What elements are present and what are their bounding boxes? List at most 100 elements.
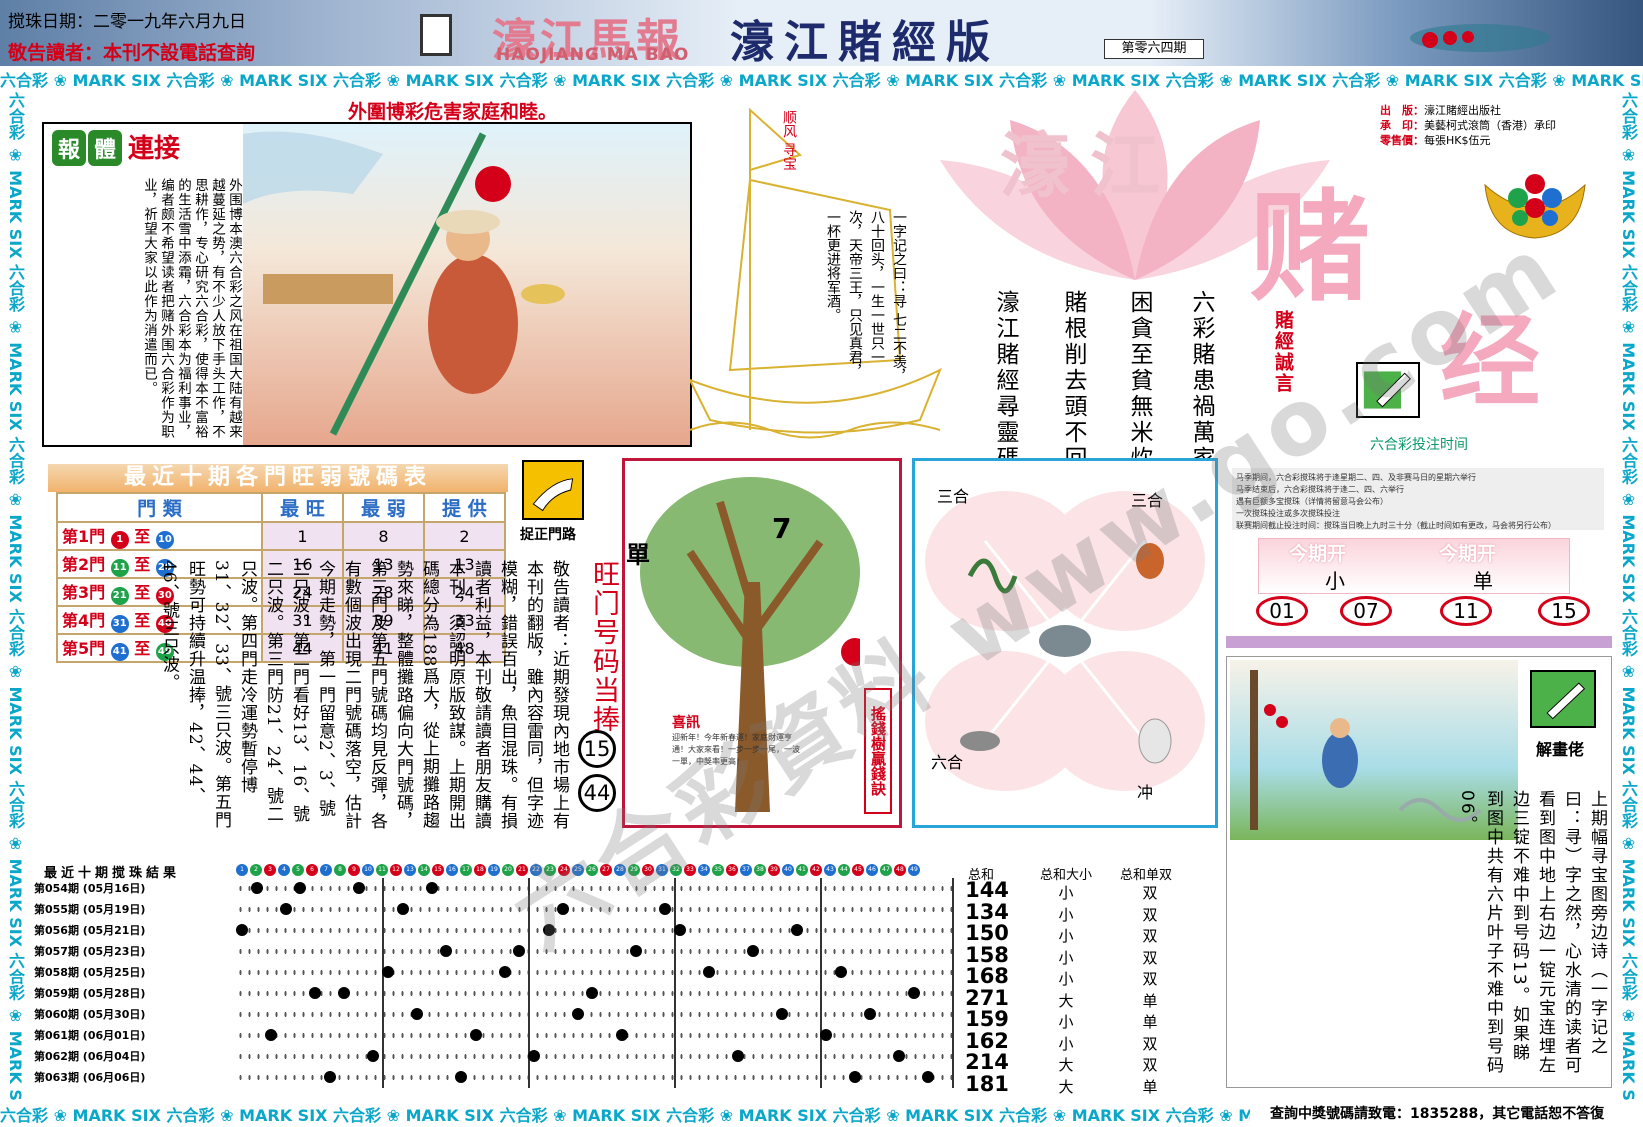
result-dot bbox=[425, 882, 438, 894]
catch-door-label: 捉正門路 bbox=[520, 527, 576, 543]
ball-number: 3 bbox=[264, 864, 276, 876]
result-dot bbox=[309, 987, 321, 999]
sum-value: 159 bbox=[965, 1007, 1009, 1031]
ball-number: 8 bbox=[334, 864, 346, 876]
result-dot bbox=[863, 1008, 876, 1020]
table-row: 第056期 (05月21日) bbox=[34, 924, 146, 937]
ball-number: 46 bbox=[866, 864, 878, 876]
zodiac-label: 三合 bbox=[937, 487, 970, 506]
hot-table-title: 最近十期各門旺弱號碼表 bbox=[48, 464, 508, 492]
size-value: 小 bbox=[1058, 1034, 1074, 1053]
mark-six-band-right: 六合彩 ❀ MARK SIX 六合彩 ❀ MARK SIX 六合彩 ❀ MARK… bbox=[1613, 92, 1643, 1100]
ball-number: 13 bbox=[404, 864, 416, 876]
ball-number: 16 bbox=[446, 864, 458, 876]
result-dot bbox=[455, 1071, 467, 1083]
sum-column: 144 134 150 158 168 271 159 162 214 181 bbox=[964, 878, 1010, 1095]
table-row: 第057期 (05月23日) bbox=[34, 945, 146, 958]
size-value: 小 bbox=[1058, 905, 1074, 924]
result-dot bbox=[674, 924, 686, 936]
pick-number: 15 bbox=[1538, 596, 1590, 626]
this-period-label: 今期开 bbox=[1289, 543, 1347, 565]
notice: 敬告讀者：本刊不設電話查詢 bbox=[8, 42, 256, 64]
writing-hand-icon bbox=[1530, 670, 1596, 728]
tag-lianjie: 連接 bbox=[128, 134, 181, 164]
ball-number: 40 bbox=[782, 864, 794, 876]
sum-value: 271 bbox=[965, 985, 1009, 1010]
riddle-text: 上期幅寻宝图旁边诗（一字记之曰：寻）字之然，心水清的读者可看到图中地上右边一锭元… bbox=[1457, 790, 1607, 1075]
mark-six-band-top: 六合彩 ❀ MARK SIX 六合彩 ❀ MARK SIX 六合彩 ❀ MARK… bbox=[0, 66, 1643, 92]
sum-value: 134 bbox=[965, 899, 1009, 924]
divider bbox=[674, 878, 676, 1088]
size-value: 大 bbox=[1058, 991, 1074, 1010]
printer-line: 承 印：美藝柯式滾筒（香港）承印 bbox=[1380, 119, 1556, 132]
table-row: 第062期 (06月04日) bbox=[34, 1050, 146, 1063]
table-row: 第059期 (05月28日) bbox=[34, 987, 146, 1000]
size-value: 小 bbox=[1058, 948, 1074, 967]
sum-value: 150 bbox=[965, 921, 1009, 945]
pick-number: 11 bbox=[1440, 596, 1492, 626]
ball-number: 36 bbox=[726, 864, 738, 876]
edition-title: 濠江賭經版 bbox=[730, 17, 1000, 68]
this-period-box: 今期开 今期开 小 单 bbox=[1258, 538, 1570, 594]
odd-value: 单 bbox=[1142, 1013, 1158, 1031]
result-dot bbox=[820, 1029, 832, 1041]
hot-door-title: 旺门号码当捧 bbox=[588, 560, 619, 734]
ball-number: 43 bbox=[824, 864, 836, 876]
ball-number: 42 bbox=[810, 864, 822, 876]
fish-decoration-icon bbox=[1410, 24, 1550, 52]
result-dot bbox=[498, 966, 511, 978]
hot-door-number: 15 bbox=[578, 730, 616, 768]
result-dot bbox=[790, 924, 803, 936]
ball-number: 37 bbox=[740, 864, 752, 876]
verse-4: 濠江賭經尋靈碼 bbox=[992, 290, 1018, 472]
sail-text: 顺风 寻宝 bbox=[781, 110, 797, 171]
this-period-odd: 单 bbox=[1473, 569, 1493, 593]
tag-ti: 體 bbox=[88, 130, 123, 166]
table-row: 第061期 (06月01日) bbox=[34, 1029, 146, 1042]
hot-header: 提 供 bbox=[422, 492, 507, 523]
divider bbox=[1226, 636, 1612, 648]
table-row: 第1門 1 至 10 182 bbox=[56, 521, 507, 551]
ball-number: 10 bbox=[362, 864, 374, 876]
size-value: 小 bbox=[1058, 884, 1074, 902]
result-dot bbox=[469, 1029, 482, 1041]
result-dot bbox=[834, 966, 847, 978]
logo-text-haojiang: 濠江 bbox=[1000, 124, 1180, 207]
ball-number: 5 bbox=[292, 864, 304, 876]
book-icon bbox=[420, 14, 452, 56]
bet-time-title: 六合彩投注时间 bbox=[1370, 437, 1468, 453]
ball-number: 4 bbox=[278, 864, 290, 876]
tag-bao: 報 bbox=[52, 130, 87, 166]
odd-value: 双 bbox=[1142, 905, 1158, 924]
hot-header: 最 旺 bbox=[260, 492, 344, 523]
this-period-size: 小 bbox=[1325, 569, 1345, 593]
ball-number: 44 bbox=[838, 864, 850, 876]
issue-number: 第零六四期 bbox=[1104, 39, 1204, 59]
price-line: 零售價：每張HK$伍元 bbox=[1380, 134, 1491, 147]
ball-number: 6 bbox=[306, 864, 318, 876]
divider bbox=[382, 878, 384, 1088]
draw-date: 搅珠日期：二零一九年六月九日 bbox=[8, 12, 246, 32]
table-row: 第055期 (05月19日) bbox=[34, 903, 146, 916]
sum-value: 168 bbox=[965, 964, 1009, 988]
ball-number: 47 bbox=[880, 864, 892, 876]
sum-value: 158 bbox=[965, 942, 1009, 967]
odd-value: 单 bbox=[1142, 991, 1158, 1010]
tree-number: 7 bbox=[772, 512, 792, 545]
publisher-info: 出 版：濠江賭經出版社 承 印：美藝柯式滾筒（香港）承印 零售價：每張HK$伍元 bbox=[1380, 103, 1556, 148]
sum-value: 144 bbox=[965, 878, 1009, 902]
ball-number: 11 bbox=[376, 864, 388, 876]
table-row: 第058期 (05月25日) bbox=[34, 966, 146, 979]
zodiac-label: 冲 bbox=[1137, 783, 1154, 802]
comic-text: 外围博本澳六合彩之风在祖国大陆有越来越蔓延之势，有不少人放下手头工作，不思耕作，… bbox=[141, 178, 242, 439]
col-size-header: 总和大小 bbox=[1040, 868, 1093, 883]
result-dot bbox=[382, 966, 394, 978]
size-value: 小 bbox=[1058, 1013, 1074, 1031]
result-dot bbox=[907, 987, 920, 999]
bet-time-line: 联赛期间截止投注时间：搅珠当日晚上九时三十分（截止时间如有更改，马会将另行公布） bbox=[1236, 521, 1556, 530]
result-dot bbox=[571, 1008, 584, 1020]
ball-number: 14 bbox=[418, 864, 430, 876]
size-value: 小 bbox=[1058, 927, 1074, 945]
bet-time-line: 遇有巨额多宝搅珠（详情将留意马会公布） bbox=[1236, 497, 1388, 506]
sum-value: 214 bbox=[965, 1050, 1009, 1074]
